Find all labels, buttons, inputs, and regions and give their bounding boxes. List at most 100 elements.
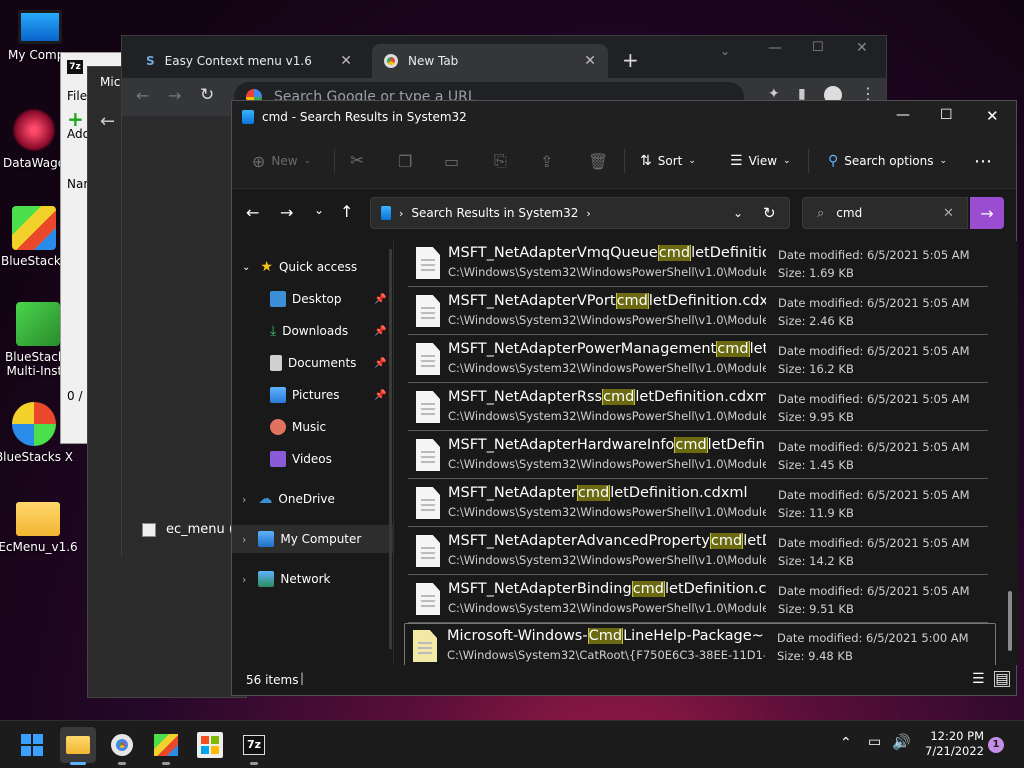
pin-icon[interactable]: 📌 xyxy=(374,294,386,305)
close-icon[interactable]: ✕ xyxy=(584,53,596,69)
minimize-icon[interactable]: — xyxy=(896,107,910,123)
close-window-icon[interactable]: ✕ xyxy=(986,107,999,125)
taskbar-7zip[interactable]: 7z xyxy=(236,727,272,765)
file-row[interactable]: MSFT_NetAdapterRsscmdletDefinition.cdxml… xyxy=(408,385,988,431)
file-date-modified: Date modified: 6/5/2021 5:05 AM xyxy=(778,248,970,262)
taskbar-store[interactable] xyxy=(192,727,228,763)
nav-label: Music xyxy=(292,420,327,434)
forward-arrow-icon[interactable]: → xyxy=(280,203,293,222)
nav-my-computer[interactable]: › My Computer xyxy=(232,525,394,553)
desktop-icon-ecmenu[interactable]: EcMenu_v1.6 xyxy=(0,502,78,554)
view-button[interactable]: ☰ View ⌄ xyxy=(730,133,791,189)
minimize-icon[interactable]: — xyxy=(768,40,782,56)
clock[interactable]: 12:20 PM 7/21/2022 xyxy=(920,729,984,759)
desktop-folder-icon xyxy=(270,291,286,307)
delete-icon[interactable]: 🗑 xyxy=(588,133,608,189)
clock-time: 12:20 PM xyxy=(930,729,984,743)
taskbar: 7z ⌃ ▭ 🔊 12:20 PM 7/21/2022 1 xyxy=(0,720,1024,768)
pin-icon[interactable]: 📌 xyxy=(374,390,386,401)
search-go-arrow-icon[interactable]: → xyxy=(970,197,1004,229)
back-arrow-icon[interactable]: ← xyxy=(100,111,115,132)
download-item[interactable]: ec_menu ( xyxy=(142,522,234,537)
file-row[interactable]: MSFT_NetAdapterBindingcmdletDefinition.c… xyxy=(408,577,988,623)
bluestacks-x-icon xyxy=(12,402,56,446)
close-icon[interactable]: ✕ xyxy=(340,53,352,69)
close-window-icon[interactable]: ✕ xyxy=(856,40,868,56)
nav-network[interactable]: › Network xyxy=(232,565,394,593)
tab-easy-context-menu[interactable]: S Easy Context menu v1.6 ✕ xyxy=(134,44,364,78)
nav-desktop[interactable]: Desktop 📌 xyxy=(232,285,394,313)
new-button[interactable]: ⊕ New ⌄ xyxy=(252,133,311,189)
chevron-down-icon[interactable]: ⌄ xyxy=(720,44,730,58)
notification-badge[interactable]: 1 xyxy=(988,737,1004,753)
view-label: View xyxy=(748,154,778,168)
nav-scrollbar[interactable] xyxy=(389,249,392,649)
nav-music[interactable]: Music xyxy=(232,413,394,441)
file-path: C:\Windows\System32\WindowsPowerShell\v1… xyxy=(448,505,766,519)
nav-label: Network xyxy=(280,572,331,586)
sort-button[interactable]: ⇅ Sort ⌄ xyxy=(640,133,696,189)
nav-videos[interactable]: Videos xyxy=(232,445,394,473)
search-box[interactable]: ⌕ cmd ✕ xyxy=(802,197,968,229)
search-icon: ⌕ xyxy=(817,205,825,221)
file-row[interactable]: MSFT_NetAdapterHardwareInfocmdletDefinit… xyxy=(408,433,988,479)
file-row[interactable]: MSFT_NetAdapterAdvancedPropertycmdletD..… xyxy=(408,529,988,575)
paste-icon[interactable]: ▭ xyxy=(444,133,459,189)
file-name: MSFT_NetAdapterAdvancedPropertycmdletD..… xyxy=(448,533,766,549)
pin-icon[interactable]: 📌 xyxy=(374,326,386,337)
new-label: New xyxy=(271,154,298,168)
tiles-view-icon[interactable]: ▤ xyxy=(994,671,1010,687)
list-scrollbar[interactable] xyxy=(1008,591,1012,651)
chevron-right-icon: › xyxy=(242,572,247,586)
up-arrow-icon[interactable]: ↑ xyxy=(340,202,353,221)
file-date-modified: Date modified: 6/5/2021 5:05 AM xyxy=(778,392,970,406)
new-tab-plus-icon[interactable]: + xyxy=(622,48,639,72)
volume-icon[interactable]: 🔊 xyxy=(892,733,911,751)
clear-search-icon[interactable]: ✕ xyxy=(943,206,954,221)
copy-icon[interactable]: ❐ xyxy=(398,133,412,189)
forward-arrow-icon[interactable]: → xyxy=(168,86,181,105)
taskbar-bluestacks[interactable] xyxy=(148,727,184,765)
chevron-up-icon[interactable]: ⌃ xyxy=(840,735,852,751)
start-button[interactable] xyxy=(14,727,50,763)
maximize-icon[interactable]: ☐ xyxy=(940,107,953,123)
nav-onedrive[interactable]: › ☁ OneDrive xyxy=(232,485,394,513)
search-input-value[interactable]: cmd xyxy=(836,206,862,220)
more-options-icon[interactable]: ⋯ xyxy=(974,133,992,189)
nav-downloads[interactable]: ⤓ Downloads 📌 xyxy=(232,317,394,345)
refresh-icon[interactable]: ↻ xyxy=(763,204,776,222)
file-row[interactable]: MSFT_NetAdaptercmdletDefinition.cdxml C:… xyxy=(408,481,988,527)
address-dropdown-icon[interactable]: ⌄ xyxy=(733,206,743,220)
address-bar[interactable]: › Search Results in System32 › ⌄ ↻ xyxy=(370,197,790,229)
file-row[interactable]: MSFT_NetAdapterVmqQueuecmdletDefinition.… xyxy=(408,241,988,287)
share-icon[interactable]: ⇪ xyxy=(540,133,553,189)
document-file-icon xyxy=(416,583,440,615)
back-arrow-icon[interactable]: ← xyxy=(136,86,149,105)
pin-icon[interactable]: 📌 xyxy=(374,358,386,369)
maximize-icon[interactable]: ☐ xyxy=(812,40,824,55)
details-view-icon[interactable]: ☰ xyxy=(972,671,985,687)
search-options-button[interactable]: ⚲ Search options ⌄ xyxy=(828,133,947,189)
nav-documents[interactable]: Documents 📌 xyxy=(232,349,394,377)
network-status-icon[interactable]: ▭ xyxy=(868,734,881,750)
tab-new-tab[interactable]: New Tab ✕ xyxy=(372,44,608,78)
file-row-selected[interactable]: Microsoft-Windows-CmdLineHelp-Package~3.… xyxy=(404,623,996,665)
file-explorer-window[interactable]: cmd - Search Results in System32 — ☐ ✕ ⊕… xyxy=(231,100,1018,696)
taskbar-file-explorer[interactable] xyxy=(60,727,96,765)
nav-quick-access[interactable]: ⌄ ★ Quick access xyxy=(232,253,394,281)
nav-label: Downloads xyxy=(282,324,349,338)
taskbar-chrome[interactable] xyxy=(104,727,140,765)
reload-icon[interactable]: ↻ xyxy=(200,85,214,105)
nav-pictures[interactable]: Pictures 📌 xyxy=(232,381,394,409)
cut-icon[interactable]: ✂ xyxy=(350,133,364,189)
window-title: Mic xyxy=(100,75,121,89)
nav-label: My Computer xyxy=(280,532,362,546)
back-arrow-icon[interactable]: ← xyxy=(246,203,259,222)
file-row[interactable]: MSFT_NetAdapterPowerManagementcmdletD...… xyxy=(408,337,988,383)
file-row[interactable]: MSFT_NetAdapterVPortcmdletDefinition.cdx… xyxy=(408,289,988,335)
rename-icon[interactable]: ⎘ xyxy=(494,133,507,189)
file-date-modified: Date modified: 6/5/2021 5:05 AM xyxy=(778,296,970,310)
plus-icon: + xyxy=(67,107,84,131)
recent-locations-chevron-icon[interactable]: ⌄ xyxy=(314,203,324,217)
chevron-right-icon: › xyxy=(399,206,404,220)
